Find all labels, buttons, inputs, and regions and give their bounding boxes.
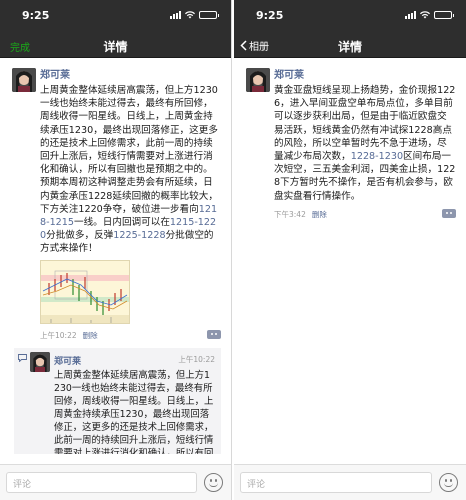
delete-link[interactable]: 删除 [83,330,98,341]
wifi-icon [420,11,430,19]
comment-time: 上午10:22 [178,354,215,364]
delete-link[interactable]: 删除 [312,209,327,220]
status-bar: 9:25 [0,0,231,34]
post-text-segment: 上周黄金整体延续居高震荡，但上方1230一线也始终未能过得去，最终有所回修，周线… [40,85,218,215]
status-icons [405,11,454,19]
wifi-icon [185,11,195,19]
chart-image-thumbnail[interactable] [40,259,130,324]
price-range-link[interactable]: 1225-1228 [113,230,165,241]
status-time: 9:25 [22,9,50,22]
status-icons [170,11,219,19]
avatar[interactable] [246,68,270,92]
more-icon[interactable] [207,329,221,339]
status-bar: 9:25 [234,0,466,34]
right-screen: 9:25 相册 详情 郑可莱 黄金亚盘短线呈现上扬趋势，金价现报1226，进入早… [234,0,466,500]
page-title: 详情 [337,40,362,54]
post-meta: 下午3:42 删除 [274,208,456,221]
comment-input-bar: 评论 [0,464,231,500]
signal-icon [405,11,416,19]
battery-icon [434,11,454,19]
comment-icon [18,353,27,362]
post-time: 下午3:42 [274,210,306,220]
post-author[interactable]: 郑可莱 [274,66,456,81]
post-meta: 上午10:22 删除 [40,329,221,342]
emoji-icon[interactable] [204,473,223,492]
comment-avatar[interactable] [30,351,50,372]
moment-post: 郑可莱 黄金亚盘短线呈现上扬趋势，金价现报1226，进入早间亚盘空单布局点位，多… [234,58,466,221]
post-text-segment: 分批做多，反弹 [46,230,114,242]
comment-author[interactable]: 郑可莱 [54,354,81,367]
comment-input[interactable]: 评论 [6,472,197,493]
comment-header: 郑可莱 上午10:22 [54,354,215,367]
post-text: 黄金亚盘短线呈现上扬趋势，金价现报1226，进入早间亚盘空单布局点位，多单目前可… [274,84,456,203]
avatar[interactable] [12,68,36,92]
moment-post: 郑可莱 上周黄金整体延续居高震荡，但上方1230一线也始终未能过得去，最终有所回… [0,58,231,342]
emoji-icon[interactable] [439,473,458,492]
page-title: 详情 [103,40,128,54]
post-author[interactable]: 郑可莱 [40,66,221,81]
comment-section: 郑可莱 上午10:22 上周黄金整体延续居高震荡，但上方1230一线也始终未能过… [14,347,221,454]
nav-bar: 完成 详情 [0,34,231,58]
status-time: 9:25 [256,9,284,22]
price-range-link[interactable]: 1228-1230 [351,151,403,162]
battery-icon [199,11,219,19]
post-time: 上午10:22 [40,331,77,341]
more-icon[interactable] [442,208,456,218]
post-text-segment: 一线。日内回调可以在 [73,217,170,229]
signal-icon [170,11,181,19]
left-screen: 9:25 完成 详情 郑可莱 上周黄金整体延续居高震荡，但上方1230一线也始终… [0,0,232,500]
nav-bar: 相册 详情 [234,34,466,58]
comment-input[interactable]: 评论 [240,472,432,493]
comment-text[interactable]: 上周黄金整体延续居高震荡，但上方1230一线也始终未能过得去，最终有所回修，周线… [54,369,215,454]
comment-input-bar: 评论 [234,464,466,500]
post-text: 上周黄金整体延续居高震荡，但上方1230一线也始终未能过得去，最终有所回修，周线… [40,84,221,256]
